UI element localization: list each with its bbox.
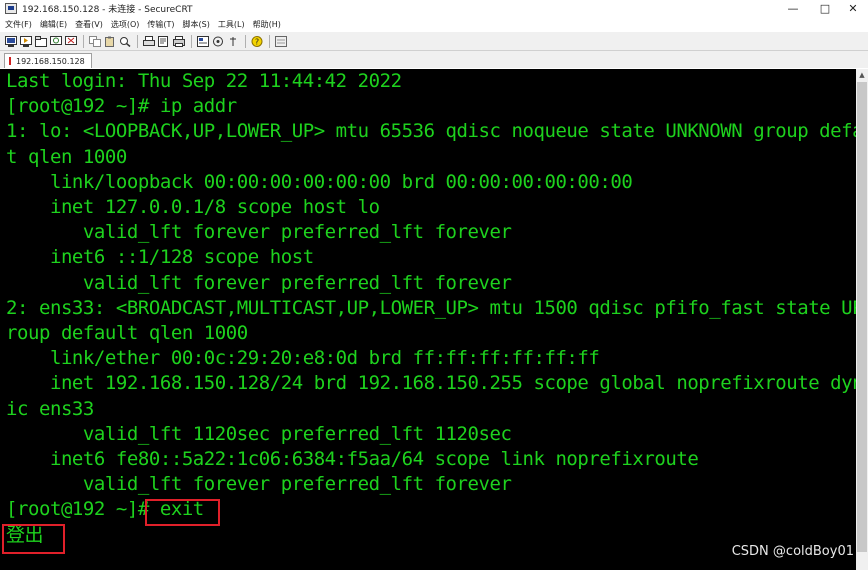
- printer-icon[interactable]: [172, 35, 185, 48]
- connect-tab-icon[interactable]: [34, 35, 47, 48]
- terminal-line: roup default qlen 1000: [6, 322, 248, 344]
- print-icon[interactable]: [142, 35, 155, 48]
- sftp-icon[interactable]: [274, 35, 287, 48]
- disconnect-icon[interactable]: [64, 35, 77, 48]
- menu-options[interactable]: 选项(O): [107, 19, 144, 30]
- title-bar: 192.168.150.128 - 未连接 - SecureCRT — □ ✕: [0, 0, 868, 16]
- toolbar-separator: [83, 34, 84, 48]
- terminal-line: [root@192 ~]# ip addr: [6, 95, 237, 118]
- terminal-line: link/loopback 00:00:00:00:00:00 brd 00:0…: [6, 170, 633, 193]
- quick-connect-icon[interactable]: [19, 35, 32, 48]
- toolbar-separator: [269, 34, 270, 48]
- keymap-icon[interactable]: [226, 35, 239, 48]
- exit-command-highlight: [145, 499, 220, 526]
- toolbar-separator: [137, 34, 138, 48]
- close-button[interactable]: ✕: [838, 0, 868, 16]
- paste-icon[interactable]: [103, 35, 116, 48]
- terminal-scrollbar[interactable]: ▲: [856, 69, 868, 570]
- session-options-icon[interactable]: [196, 35, 209, 48]
- terminal-line: valid_lft 1120sec preferred_lft 1120sec: [6, 422, 512, 445]
- disconnected-status-icon: [9, 57, 11, 65]
- menu-edit[interactable]: 编辑(E): [36, 19, 71, 30]
- logout-message-highlight: [2, 524, 65, 554]
- menu-transfer[interactable]: 传输(T): [143, 19, 178, 30]
- terminal-line: Last login: Thu Sep 22 11:44:42 2022: [6, 70, 402, 92]
- terminal-line: link/ether 00:0c:29:20:e8:0d brd ff:ff:f…: [6, 347, 600, 370]
- connect-icon[interactable]: [4, 35, 17, 48]
- global-options-icon[interactable]: [211, 35, 224, 48]
- reconnect-icon[interactable]: [49, 35, 62, 48]
- menu-view[interactable]: 查看(V): [71, 19, 107, 30]
- watermark: CSDN @coldBoy01: [731, 544, 854, 559]
- menu-tools[interactable]: 工具(L): [214, 19, 249, 30]
- terminal-line: 1: lo: <LOOPBACK,UP,LOWER_UP> mtu 65536 …: [6, 120, 856, 143]
- help-icon[interactable]: ?: [250, 35, 263, 48]
- terminal-line: inet 192.168.150.128/24 brd 192.168.150.…: [6, 372, 856, 395]
- toolbar: ?: [0, 32, 868, 50]
- session-tab-bar: 192.168.150.128: [0, 50, 868, 68]
- minimize-button[interactable]: —: [778, 0, 808, 16]
- menu-bar: 文件(F) 编辑(E) 查看(V) 选项(O) 传输(T) 脚本(S) 工具(L…: [0, 16, 868, 32]
- svg-text:?: ?: [254, 37, 258, 46]
- menu-help[interactable]: 帮助(H): [249, 19, 285, 30]
- tab-label: 192.168.150.128: [16, 56, 85, 66]
- terminal-line: valid_lft forever preferred_lft forever: [6, 221, 512, 244]
- maximize-button[interactable]: □: [810, 0, 840, 16]
- terminal-line: inet6 ::1/128 scope host: [6, 246, 314, 269]
- terminal-line: ic ens33: [6, 397, 94, 420]
- terminal-line: valid_lft forever preferred_lft forever: [6, 473, 512, 496]
- scrollbar-thumb[interactable]: [857, 82, 867, 552]
- print-setup-icon[interactable]: [157, 35, 170, 48]
- securecrt-app-icon: [5, 2, 17, 14]
- terminal-line: 2: ens33: <BROADCAST,MULTICAST,UP,LOWER_…: [6, 296, 856, 319]
- copy-icon[interactable]: [88, 35, 101, 48]
- terminal-line: inet6 fe80::5a22:1c06:6384:f5aa/64 scope…: [6, 448, 699, 470]
- terminal-line: inet 127.0.0.1/8 scope host lo: [6, 196, 380, 218]
- scroll-up-icon[interactable]: ▲: [856, 69, 868, 81]
- find-icon[interactable]: [118, 35, 131, 48]
- menu-file[interactable]: 文件(F): [0, 19, 36, 30]
- toolbar-separator: [191, 34, 192, 48]
- toolbar-separator: [245, 34, 246, 48]
- window-title: 192.168.150.128 - 未连接 - SecureCRT: [22, 4, 193, 15]
- menu-script[interactable]: 脚本(S): [179, 19, 214, 30]
- terminal-line: t qlen 1000: [6, 145, 127, 168]
- terminal-output[interactable]: Last login: Thu Sep 22 11:44:42 2022 [ro…: [0, 69, 856, 570]
- terminal-line: valid_lft forever preferred_lft forever: [6, 271, 512, 294]
- tab-session[interactable]: 192.168.150.128: [4, 53, 92, 68]
